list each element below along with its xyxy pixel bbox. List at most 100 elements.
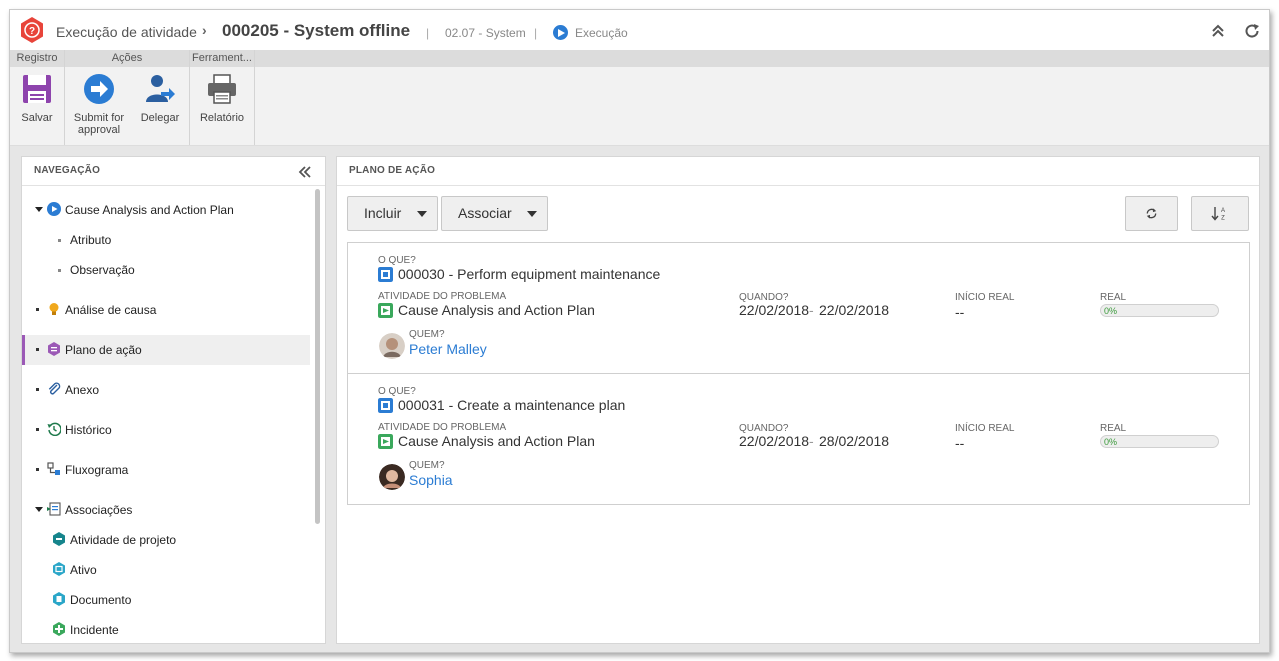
incident-icon: [53, 622, 65, 636]
nav-item-analise-causa[interactable]: Análise de causa: [22, 295, 310, 325]
bullet: [36, 388, 39, 391]
caret-down-icon: [527, 211, 537, 217]
app-logo-icon: ?: [21, 17, 43, 43]
printer-icon: [208, 74, 236, 104]
nav-item-historico[interactable]: Histórico: [22, 415, 310, 445]
ribbon-group-acoes: Ações Submit for approval Delegar: [65, 50, 190, 145]
problem-activity-value: Cause Analysis and Action Plan: [398, 433, 595, 449]
nav-label: Histórico: [65, 423, 112, 437]
nav-item-associacoes[interactable]: Associações: [22, 495, 310, 525]
chevron-right-icon: ›: [202, 22, 207, 38]
ribbon-group-ferramentas: Ferrament... Relatório: [190, 50, 255, 145]
lightbulb-icon: [49, 303, 59, 315]
caret-down-icon[interactable]: [35, 207, 43, 212]
submit-label-line2: approval: [77, 124, 121, 136]
bullet: [36, 468, 39, 471]
associations-icon: [47, 502, 61, 516]
what-label: O QUE?: [378, 255, 416, 266]
action-card[interactable]: O QUE? 000031 - Create a maintenance pla…: [348, 374, 1249, 504]
action-item-icon: [378, 398, 393, 413]
nav-item-ativo[interactable]: Ativo: [22, 555, 310, 585]
floppy-disk-icon: [23, 75, 51, 103]
actual-start-value: --: [955, 435, 965, 451]
problem-activity-label: ATIVIDADE DO PROBLEMA: [378, 291, 507, 302]
when-end: 22/02/2018: [819, 302, 890, 318]
what-label: O QUE?: [378, 386, 416, 397]
submit-label-line1: Submit for: [73, 112, 125, 124]
save-button[interactable]: Salvar: [12, 72, 62, 124]
who-link[interactable]: Peter Malley: [409, 341, 487, 357]
nav-label: Fluxograma: [65, 463, 129, 477]
actual-label: REAL: [1100, 292, 1127, 303]
avatar: [379, 464, 405, 490]
save-label: Salvar: [21, 112, 53, 124]
play-circle-icon: [47, 202, 61, 216]
nav-item-incidente[interactable]: Incidente: [22, 615, 310, 645]
svg-text:?: ?: [29, 26, 35, 37]
what-value[interactable]: 000031 - Create a maintenance plan: [398, 397, 625, 413]
breadcrumb-app[interactable]: Execução de atividade: [56, 24, 197, 40]
when-start: 22/02/2018: [739, 302, 810, 318]
user-delegate-icon: [146, 75, 175, 102]
collapse-up-icon[interactable]: [1209, 22, 1227, 40]
what-value[interactable]: 000030 - Perform equipment maintenance: [398, 266, 660, 282]
avatar: [379, 333, 405, 359]
who-label: QUEM?: [409, 329, 445, 340]
nav-item-cause-analysis[interactable]: Cause Analysis and Action Plan: [22, 195, 310, 225]
who-link[interactable]: Sophia: [409, 472, 453, 488]
actual-label: REAL: [1100, 423, 1127, 434]
nav-scrollbar[interactable]: [315, 189, 320, 524]
nav-item-fluxograma[interactable]: Fluxograma: [22, 455, 310, 485]
progress-text: 0%: [1104, 306, 1118, 316]
nav-label: Cause Analysis and Action Plan: [65, 203, 234, 217]
nav-label: Associações: [65, 503, 133, 517]
bullet: [36, 308, 39, 311]
refresh-icon: [1146, 208, 1157, 219]
nav-item-atributo[interactable]: Atributo: [22, 225, 310, 255]
collapse-left-icon[interactable]: [298, 166, 312, 178]
title-bar: ? Execução de atividade › 000205 - Syste…: [10, 10, 1269, 50]
ribbon-group-registro: Registro Salvar: [10, 50, 65, 145]
nav-label: Atributo: [70, 233, 112, 247]
nav-item-observacao[interactable]: Observação: [22, 255, 310, 285]
active-indicator: [22, 335, 25, 365]
ribbon-toolbar: Registro Salvar Ações Submit for approva…: [10, 50, 1269, 146]
delegate-button[interactable]: Delegar: [135, 72, 185, 124]
report-label: Relatório: [199, 112, 245, 124]
date-separator: -: [809, 302, 814, 318]
nav-item-documento[interactable]: Documento: [22, 585, 310, 615]
nav-item-anexo[interactable]: Anexo: [22, 375, 310, 405]
refresh-button[interactable]: [1125, 196, 1178, 231]
category-text: 02.07 - System: [445, 26, 526, 40]
caret-down-icon[interactable]: [35, 507, 43, 512]
include-dropdown-button[interactable]: Incluir: [347, 196, 438, 231]
associate-dropdown-button[interactable]: Associar: [441, 196, 548, 231]
nav-item-plano-acao[interactable]: Plano de ação: [22, 335, 310, 365]
problem-activity-icon: [378, 303, 393, 318]
bullet: [58, 239, 61, 242]
problem-activity-label: ATIVIDADE DO PROBLEMA: [378, 422, 507, 433]
group-label: Ações: [111, 52, 143, 64]
problem-activity-icon: [378, 434, 393, 449]
nav-item-atividade-projeto[interactable]: Atividade de projeto: [22, 525, 310, 555]
action-card[interactable]: O QUE? 000030 - Perform equipment mainte…: [348, 243, 1249, 373]
paperclip-icon: [48, 382, 61, 395]
action-plan-icon: [48, 342, 60, 356]
bullet: [36, 348, 39, 351]
play-status-icon: [553, 25, 568, 40]
navigation-title: NAVEGAÇÃO: [22, 157, 325, 186]
progress-bar: 0%: [1100, 304, 1219, 317]
submit-for-approval-button[interactable]: Submit for approval: [69, 72, 129, 136]
report-button[interactable]: Relatório: [194, 72, 250, 124]
sort-button[interactable]: A Z: [1191, 196, 1249, 231]
project-activity-icon: [53, 532, 65, 546]
progress-bar: 0%: [1100, 435, 1219, 448]
refresh-icon[interactable]: [1243, 22, 1261, 40]
actual-start-label: INÍCIO REAL: [955, 292, 1015, 303]
bullet: [36, 428, 39, 431]
flowchart-icon: [47, 462, 60, 475]
action-plan-panel: PLANO DE AÇÃO Incluir Associar A Z O QUE…: [336, 156, 1260, 644]
action-plan-title: PLANO DE AÇÃO: [337, 157, 1259, 186]
when-end: 28/02/2018: [819, 433, 890, 449]
nav-label: Documento: [70, 593, 132, 607]
